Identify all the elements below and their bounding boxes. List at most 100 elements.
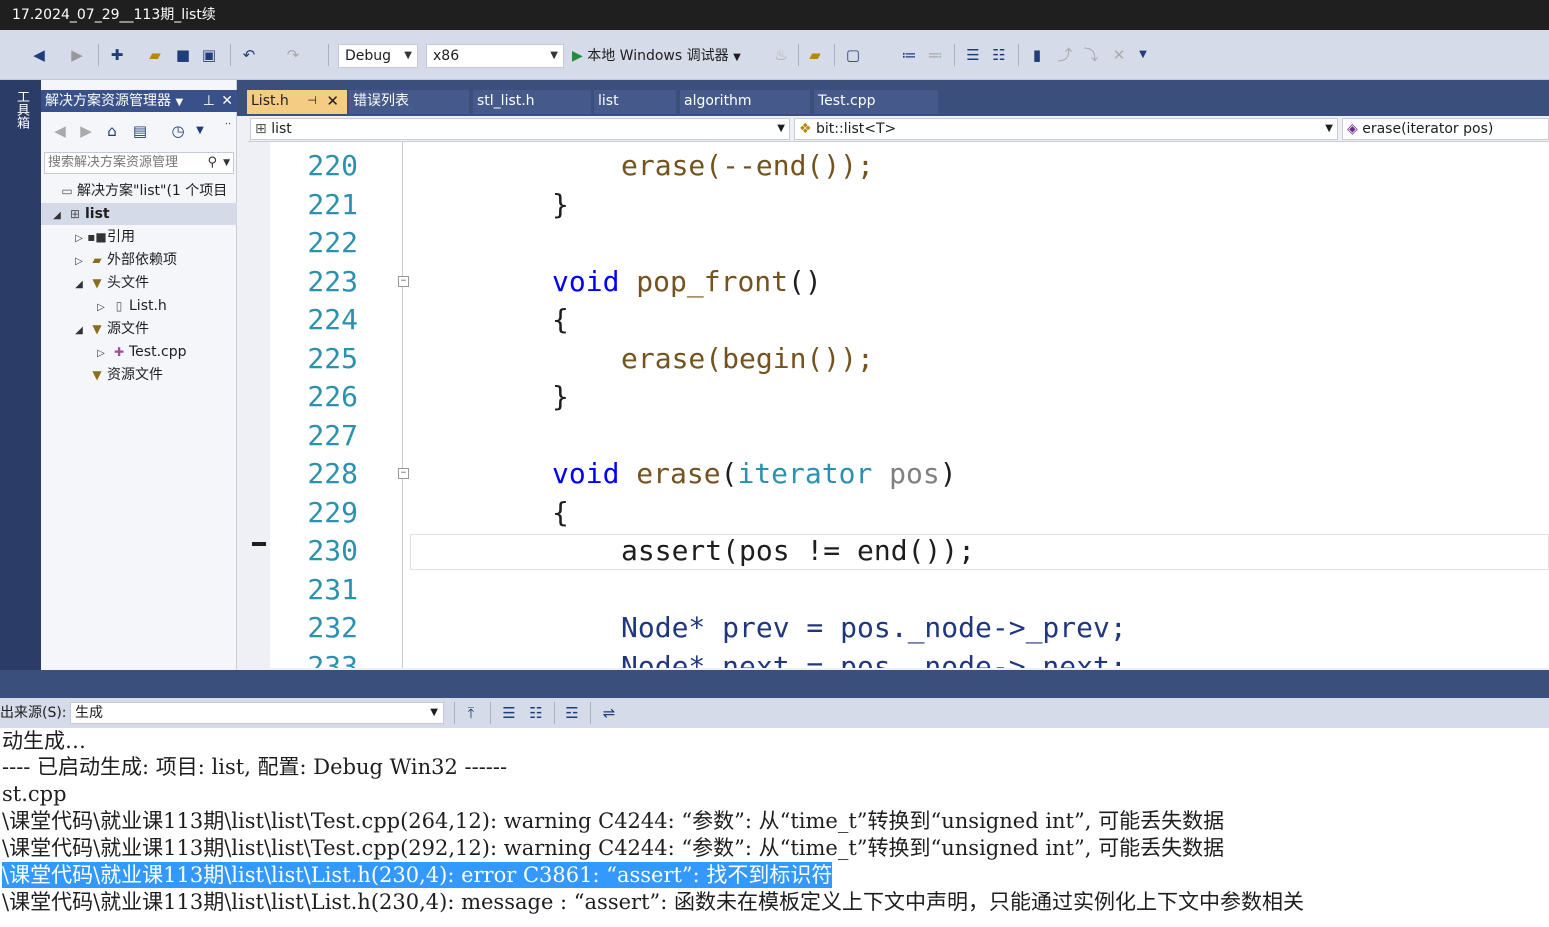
line-number: 229 <box>307 495 358 529</box>
code-text: Node* next = pos._node->_next; <box>621 649 1127 669</box>
tab-list-h[interactable]: List.h ⊣ ✕ <box>247 90 347 114</box>
platform-dropdown[interactable]: x86 ▼ <box>426 44 564 68</box>
member-scope-value: erase(iterator pos) <box>1362 121 1494 137</box>
code-editor[interactable]: 220 erase(--end()); 221 } 222 223 − void… <box>248 142 1549 668</box>
pin-icon[interactable]: ⊥ <box>203 90 215 112</box>
navigation-bar: ⊞ list ▼ ❖ bit::list<T> ▼ ◈ erase(iterat… <box>248 116 1549 142</box>
project-icon: ⊞ <box>255 121 267 137</box>
expanded-arrow-icon[interactable]: ◢ <box>71 274 87 294</box>
tree-item-label: 解决方案"list"(1 个项目 <box>77 183 228 199</box>
tree-item-resource-files[interactable]: ▼ 资源文件 <box>71 364 237 386</box>
tree-item-solution[interactable]: ▭ 解决方案"list"(1 个项目 <box>41 180 237 202</box>
tree-item-list-h[interactable]: ▷ ▯ List.h <box>93 295 237 317</box>
output-line: 动生成… <box>2 729 86 753</box>
close-icon[interactable]: ✕ <box>221 90 233 112</box>
redo-icon[interactable]: ↷ <box>284 46 302 64</box>
solution-explorer-title: 解决方案资源管理器 <box>45 93 171 109</box>
forward-icon[interactable]: ▶ <box>77 122 95 140</box>
type-scope-dropdown[interactable]: ❖ bit::list<T> ▼ <box>794 118 1338 140</box>
comment-icon[interactable]: ≔ <box>900 46 918 64</box>
code-line: 228 − void erase(iterator pos) <box>248 455 1549 494</box>
prev-bookmark-icon[interactable]: ⤴ <box>1056 46 1074 64</box>
output-source-dropdown[interactable]: 生成 ▼ <box>70 702 444 724</box>
line-number: 233 <box>307 649 358 669</box>
outdent-icon[interactable]: ☰ <box>964 46 982 64</box>
expanded-arrow-icon[interactable]: ◢ <box>49 205 65 225</box>
member-scope-dropdown[interactable]: ◈ erase(iterator pos) <box>1342 118 1549 140</box>
collapsed-arrow-icon[interactable]: ▷ <box>93 297 109 317</box>
find-in-files-icon[interactable]: ▰ <box>806 46 824 64</box>
undo-icon[interactable]: ↶ <box>240 46 258 64</box>
open-folder-icon[interactable]: ▰ <box>146 46 164 64</box>
close-icon[interactable]: ✕ <box>326 90 339 112</box>
project-scope-dropdown[interactable]: ⊞ list ▼ <box>250 118 790 140</box>
clear-bookmarks-icon[interactable]: ✕ <box>1110 46 1128 64</box>
uncomment-icon[interactable]: ≕ <box>926 46 944 64</box>
home-icon[interactable]: ⌂ <box>103 122 121 140</box>
prev-message-icon[interactable]: ☰ <box>500 704 518 722</box>
toolbar-separator <box>98 44 99 66</box>
tab-algorithm[interactable]: algorithm <box>680 90 810 114</box>
code-text: } <box>552 187 569 221</box>
word-wrap-icon[interactable]: ⇌ <box>600 704 618 722</box>
clear-all-icon[interactable]: ☲ <box>563 704 581 722</box>
title-bar: 17.2024_07_29__113期_list续 <box>0 0 1549 30</box>
code-line: 225 erase(begin()); <box>248 340 1549 379</box>
more-options-icon[interactable]: ⋅⋅ <box>219 116 237 134</box>
pin-icon[interactable]: ⊣ <box>307 90 317 112</box>
collapsed-arrow-icon[interactable]: ▷ <box>71 228 87 248</box>
references-icon: ▪■ <box>87 230 107 244</box>
bookmark-icon[interactable]: ▮ <box>1028 46 1046 64</box>
chevron-down-icon[interactable]: ▼ <box>191 122 209 140</box>
pending-changes-icon[interactable]: ◷ <box>169 122 187 140</box>
tree-item-source-files[interactable]: ◢ ▼ 源文件 <box>71 318 237 340</box>
class-icon: ❖ <box>799 121 812 137</box>
chevron-down-icon[interactable]: ▼ <box>175 97 183 108</box>
save-all-icon[interactable]: ▣ <box>200 46 218 64</box>
tab-error-list[interactable]: 错误列表 <box>349 90 469 114</box>
collapsed-arrow-icon[interactable]: ▷ <box>71 251 87 271</box>
window-layout-icon[interactable]: ▢ <box>844 46 862 64</box>
expanded-arrow-icon[interactable]: ◢ <box>71 320 87 340</box>
tab-test-cpp[interactable]: Test.cpp <box>814 90 938 114</box>
solution-explorer-panel: 解决方案资源管理器 ▼ ⊥ ✕ ◀ ▶ ⌂ ▤ ◷ ▼ ⋅⋅ 搜索解决方案资源管… <box>41 80 237 670</box>
solution-search-input[interactable]: 搜索解决方案资源管理 ⚲ ▼ <box>44 152 234 174</box>
output-line: \课堂代码\就业课113期\list\list\Test.cpp(264,12)… <box>2 809 1225 833</box>
find-message-icon[interactable]: ⤒ <box>462 704 480 722</box>
code-line: 220 erase(--end()); <box>248 147 1549 186</box>
collapse-icon[interactable]: − <box>398 468 409 479</box>
collapse-icon[interactable]: − <box>398 275 409 287</box>
tab-label: stl_list.h <box>477 93 535 109</box>
output-window[interactable]: 动生成… ---- 已启动生成: 项目: list, 配置: Debug Win… <box>0 728 1549 927</box>
toolbar-separator <box>590 702 591 724</box>
save-icon[interactable]: ■ <box>174 46 192 64</box>
switch-views-icon[interactable]: ▤ <box>131 122 149 140</box>
tree-item-label: 外部依赖项 <box>107 252 177 268</box>
line-number: 227 <box>307 418 358 452</box>
tree-item-external-deps[interactable]: ▷ ▰ 外部依赖项 <box>71 249 237 271</box>
new-project-icon[interactable]: ✚ <box>108 46 126 64</box>
next-bookmark-icon[interactable]: ⤵ <box>1082 46 1100 64</box>
tree-item-references[interactable]: ▷ ▪■引用 <box>71 226 237 248</box>
toolbar-separator <box>798 44 799 66</box>
tree-item-header-files[interactable]: ◢ ▼ 头文件 <box>71 272 237 294</box>
tab-stl-list-h[interactable]: stl_list.h <box>473 90 591 114</box>
code-line: 222 <box>248 224 1549 263</box>
toolbar-overflow-icon[interactable]: ▼ <box>1134 46 1152 64</box>
collapsed-arrow-icon[interactable]: ▷ <box>93 343 109 363</box>
chevron-down-icon: ▼ <box>550 50 558 61</box>
tree-item-project[interactable]: ◢ ⊞ list <box>41 203 237 225</box>
code-line: 224 { <box>248 301 1549 340</box>
line-number: 226 <box>307 380 358 413</box>
back-icon[interactable]: ◀ <box>51 122 69 140</box>
hot-reload-icon[interactable]: ♨ <box>772 46 790 64</box>
forward-icon[interactable]: ▶ <box>68 46 86 64</box>
next-message-icon[interactable]: ☷ <box>527 704 545 722</box>
toolbox-strip[interactable]: 工具箱 <box>0 80 41 670</box>
solution-config-dropdown[interactable]: Debug ▼ <box>338 44 418 68</box>
start-debugging-button[interactable]: ▶ 本地 Windows 调试器 ▼ <box>572 44 741 68</box>
tree-item-test-cpp[interactable]: ▷ ✚ Test.cpp <box>93 341 237 363</box>
back-icon[interactable]: ◀ <box>30 46 48 64</box>
indent-icon[interactable]: ☷ <box>990 46 1008 64</box>
tab-list[interactable]: list <box>594 90 676 114</box>
